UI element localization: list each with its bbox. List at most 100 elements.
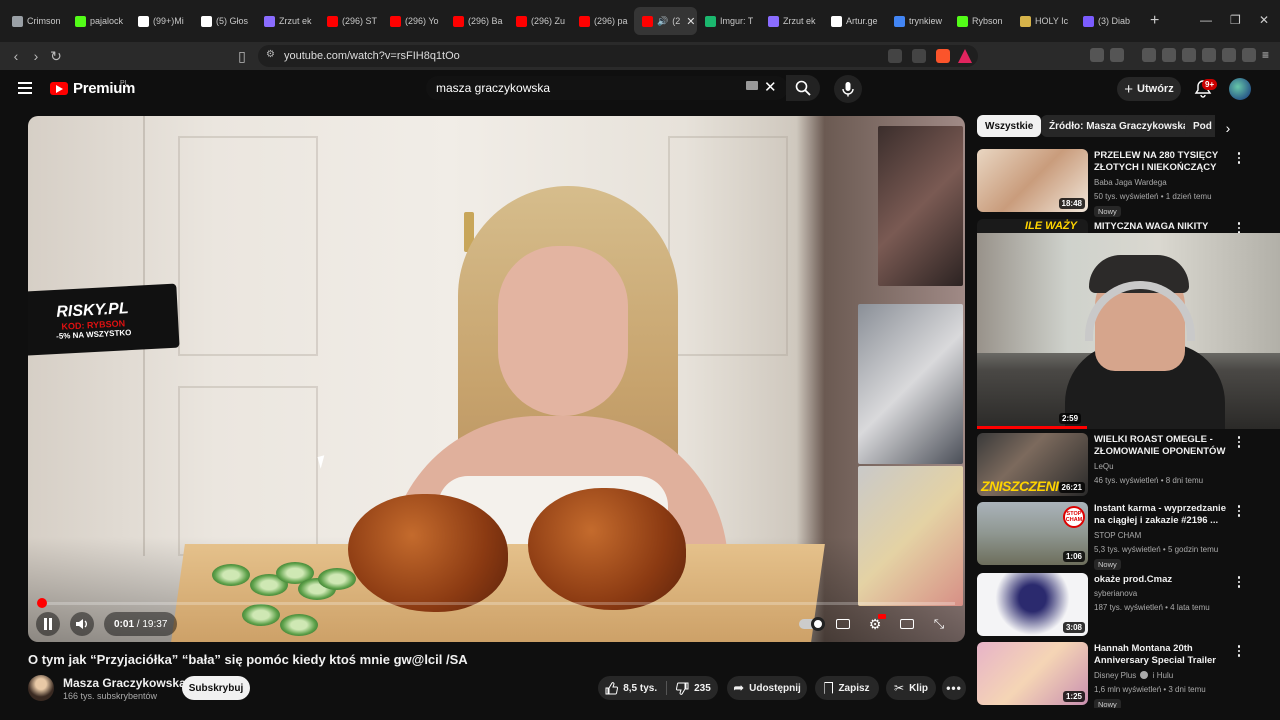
channel-avatar[interactable]: [28, 675, 54, 701]
subscribe-button[interactable]: Subskrybuj: [182, 676, 250, 700]
browser-tab[interactable]: pajalock: [67, 7, 130, 35]
recommendation-title[interactable]: Hannah Montana 20th Anniversary Special …: [1094, 643, 1234, 667]
vpn-icon[interactable]: [1222, 48, 1236, 62]
browser-tab[interactable]: Rybson: [949, 7, 1012, 35]
browser-tab[interactable]: (3) Diab: [1075, 7, 1138, 35]
downloads-icon[interactable]: [1142, 48, 1156, 62]
audio-playing-icon[interactable]: 🔊: [657, 16, 668, 27]
page-scrollbar[interactable]: [1272, 110, 1278, 710]
progress-scrubber[interactable]: [37, 598, 47, 608]
volume-button[interactable]: [70, 612, 94, 636]
more-actions-button[interactable]: •••: [942, 676, 966, 700]
recommendation-channel[interactable]: syberianova: [1094, 589, 1137, 598]
settings-button[interactable]: ⚙: [864, 614, 886, 634]
browser-tab[interactable]: Zrzut ek: [256, 7, 319, 35]
brave-shield-icon[interactable]: [936, 49, 950, 63]
more-vertical-icon[interactable]: [1235, 644, 1243, 658]
pause-button[interactable]: [36, 612, 60, 636]
browser-tab[interactable]: (296) ST: [319, 7, 382, 35]
recommendation-item[interactable]: 18:48 PRZELEW NA 280 TYSIĘCY ZŁOTYCH I N…: [977, 149, 1267, 217]
recommendation-item[interactable]: 3:08 okaże prod.Cmaz syberianova 187 tys…: [977, 573, 1267, 637]
keyboard-icon[interactable]: [746, 81, 758, 90]
recommendation-item[interactable]: 1:25 Hannah Montana 20th Anniversary Spe…: [977, 642, 1267, 708]
share-page-icon[interactable]: [912, 49, 926, 63]
dislike-button[interactable]: 235: [676, 682, 711, 695]
more-vertical-icon[interactable]: [1235, 435, 1243, 449]
video-thumbnail[interactable]: ZNISZCZENI 26:21: [977, 433, 1088, 496]
chip-related[interactable]: Pod: [1185, 115, 1215, 137]
recommendation-title[interactable]: okaże prod.Cmaz: [1094, 574, 1234, 586]
fullscreen-button[interactable]: ⤡: [928, 614, 950, 634]
rewards-icon[interactable]: [958, 49, 972, 63]
extensions-icon[interactable]: [1090, 48, 1104, 62]
hamburger-menu-icon[interactable]: [18, 82, 32, 94]
browser-tab[interactable]: (5) Głos: [193, 7, 256, 35]
browser-tab[interactable]: trynkiew: [886, 7, 949, 35]
minimize-button[interactable]: —: [1200, 13, 1212, 27]
bookmark-icon[interactable]: ▯: [232, 48, 252, 65]
clear-search-icon[interactable]: ✕: [764, 78, 777, 96]
recommendation-channel[interactable]: Baba Jaga Wardega: [1094, 178, 1167, 187]
subtitles-button[interactable]: [832, 614, 854, 634]
recommendation-item[interactable]: STOP CHAM 1:06 Instant karma - wyprzedza…: [977, 502, 1267, 570]
clip-button[interactable]: ✂ Klip: [886, 676, 936, 700]
save-button[interactable]: Zapisz: [815, 676, 879, 700]
more-vertical-icon[interactable]: [1235, 575, 1243, 589]
window-close-button[interactable]: ✕: [1259, 13, 1269, 27]
forward-icon[interactable]: ›: [26, 48, 46, 64]
address-bar[interactable]: ⚙ youtube.com/watch?v=rsFIH8q1tOo: [258, 45, 978, 67]
create-button[interactable]: + Utwórz: [1117, 77, 1181, 101]
recommendation-item[interactable]: ILE WAŻY MITYCZNA WAGA NIKITY: [977, 219, 1267, 234]
recommendation-title[interactable]: WIELKI ROAST OMEGLE - ZŁOMOWANIE OPONENT…: [1094, 434, 1234, 458]
recommendation-item[interactable]: ZNISZCZENI 26:21 WIELKI ROAST OMEGLE - Z…: [977, 433, 1267, 497]
recommendation-channel[interactable]: LeQu: [1094, 462, 1114, 471]
browser-tab[interactable]: (296) Zu: [508, 7, 571, 35]
like-button[interactable]: 8,5 tys.: [605, 681, 657, 695]
video-thumbnail[interactable]: ILE WAŻY: [977, 219, 1088, 233]
video-thumbnail[interactable]: 18:48: [977, 149, 1088, 212]
media-icon[interactable]: [1162, 48, 1176, 62]
more-vertical-icon[interactable]: [1235, 504, 1243, 518]
video-thumbnail[interactable]: 3:08: [977, 573, 1088, 636]
miniplayer-button[interactable]: [896, 614, 918, 634]
sidebar-icon[interactable]: [1110, 48, 1124, 62]
reading-list-icon[interactable]: [1182, 48, 1196, 62]
channel-name[interactable]: Masza Graczykowska: [63, 676, 186, 690]
chip-all[interactable]: Wszystkie: [977, 115, 1042, 137]
reload-icon[interactable]: ↻: [46, 48, 66, 65]
browser-tab[interactable]: (99+)Mi: [130, 7, 193, 35]
recommendation-channel-suffix[interactable]: i Hulu: [1153, 671, 1173, 680]
video-thumbnail[interactable]: STOP CHAM 1:06: [977, 502, 1088, 565]
video-player[interactable]: RISKY.PL KOD: RYBSON -5% NA WSZYSTKO 0:0…: [28, 116, 965, 642]
recommendation-title[interactable]: MITYCZNA WAGA NIKITY: [1094, 221, 1234, 233]
account-avatar[interactable]: [1229, 78, 1251, 100]
autoplay-toggle[interactable]: [798, 614, 825, 634]
profile-icon[interactable]: [1242, 48, 1256, 62]
share-button[interactable]: ➦ Udostępnij: [727, 676, 807, 700]
recommendation-title[interactable]: Instant karma - wyprzedzanie na ciągłej …: [1094, 503, 1234, 527]
more-vertical-icon[interactable]: [1235, 151, 1243, 165]
browser-tab[interactable]: (296) Ba: [445, 7, 508, 35]
video-thumbnail[interactable]: 1:25: [977, 642, 1088, 705]
site-settings-icon[interactable]: ⚙: [266, 49, 275, 60]
tab-close-icon[interactable]: ✕: [686, 15, 695, 28]
chip-source-channel[interactable]: Źródło: Masza Graczykowska: [1041, 115, 1197, 137]
browser-tab[interactable]: Crimson: [4, 7, 67, 35]
browser-tab[interactable]: Zrzut ek: [760, 7, 823, 35]
browser-tab[interactable]: (296) pa: [571, 7, 634, 35]
recommendation-channel[interactable]: STOP CHAM: [1094, 531, 1141, 540]
recommendation-channel[interactable]: Disney Plus: [1094, 671, 1136, 680]
browser-tab[interactable]: (296) Yo: [382, 7, 445, 35]
browser-tab[interactable]: HOLY Ic: [1012, 7, 1075, 35]
youtube-premium-logo[interactable]: Premium PL: [50, 80, 135, 97]
browser-tab[interactable]: Imgur: T: [697, 7, 760, 35]
wallet-icon[interactable]: [1202, 48, 1216, 62]
progress-bar[interactable]: [37, 598, 955, 608]
chips-next-button[interactable]: ›: [1218, 118, 1238, 138]
menu-icon[interactable]: ≡: [1262, 48, 1276, 62]
browser-tab[interactable]: Artur.ge: [823, 7, 886, 35]
install-icon[interactable]: [888, 49, 902, 63]
voice-search-button[interactable]: [834, 75, 862, 103]
browser-tab[interactable]: 🔊 (2 ✕: [634, 7, 697, 35]
back-icon[interactable]: ‹: [6, 48, 26, 64]
